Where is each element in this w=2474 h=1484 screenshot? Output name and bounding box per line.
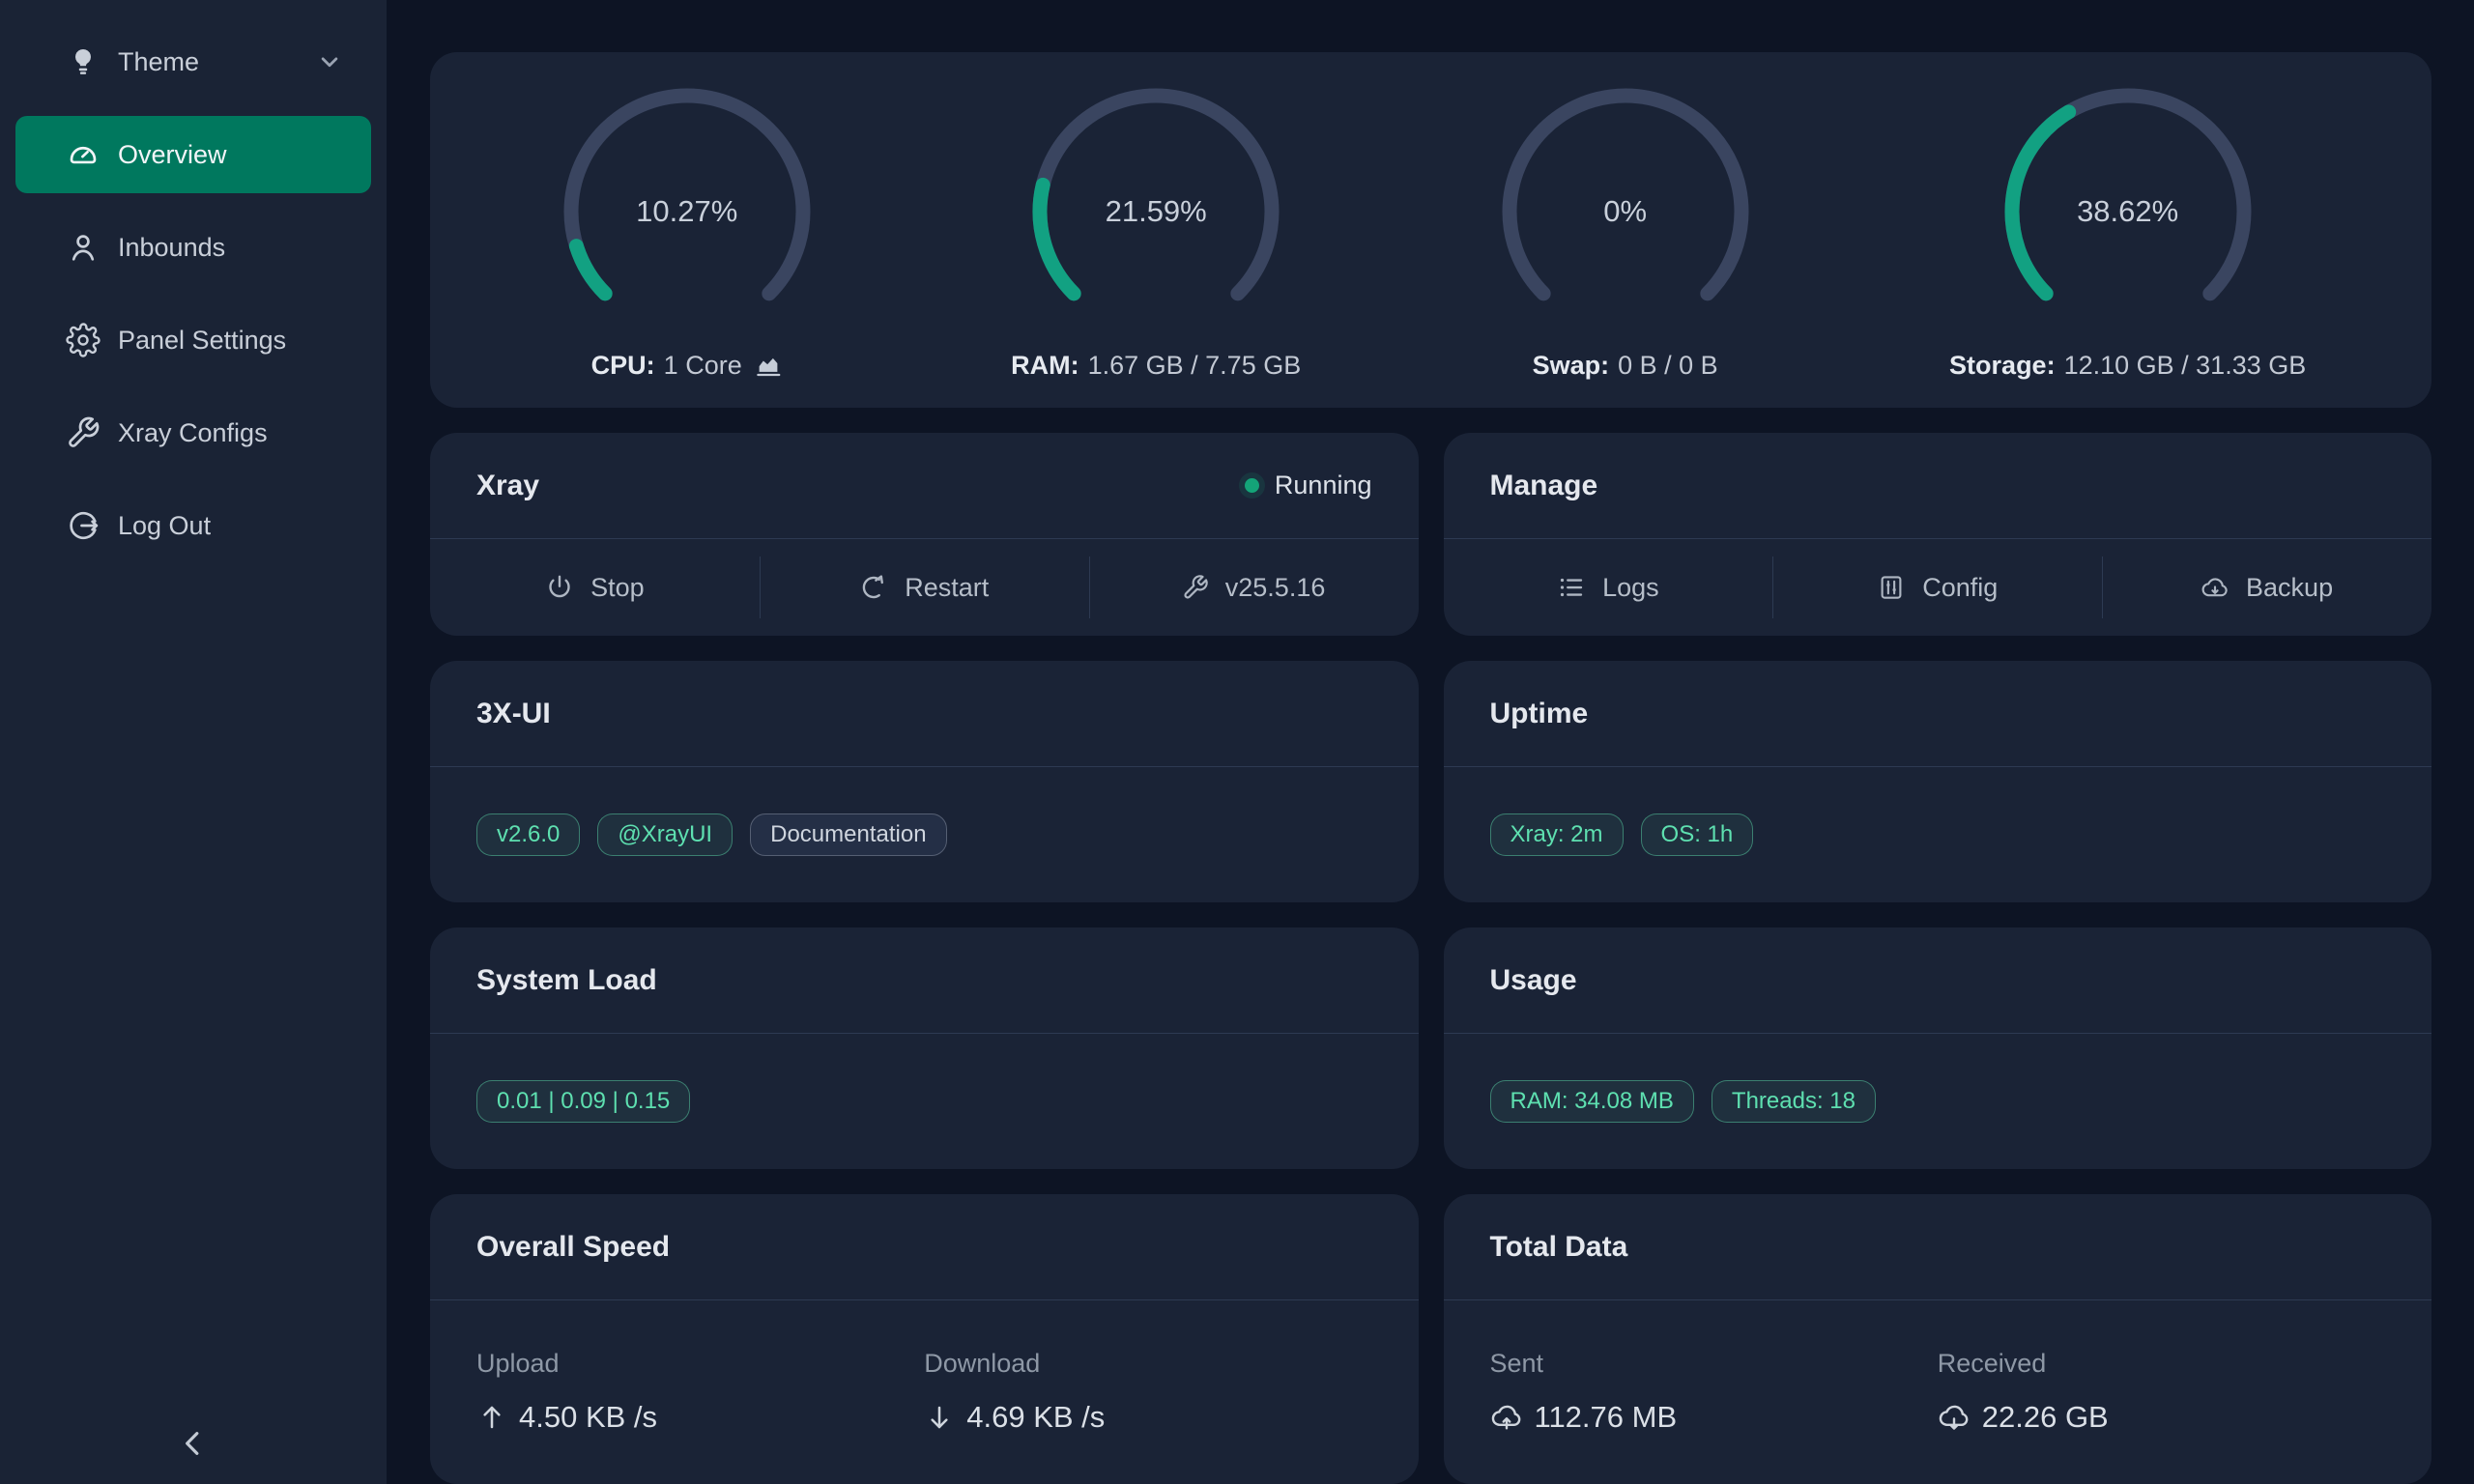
- os-uptime-tag: OS: 1h: [1641, 813, 1754, 856]
- chevron-left-icon: [174, 1424, 213, 1463]
- list-icon: [1557, 573, 1586, 602]
- ram-gauge: 21.59% RAM:1.67 GB / 7.75 GB: [1011, 80, 1301, 381]
- swap-gauge: 0% Swap:0 B / 0 B: [1494, 80, 1757, 381]
- theme-menu[interactable]: Theme: [15, 23, 371, 100]
- arrow-down-icon: [924, 1402, 955, 1433]
- system-load-card-title: System Load: [476, 964, 657, 997]
- manage-card: Manage Logs: [1444, 433, 2432, 636]
- version-tag[interactable]: v2.6.0: [476, 813, 580, 856]
- sidebar-item-log-out[interactable]: Log Out: [15, 487, 371, 564]
- threexui-card: 3X-UI v2.6.0 @XrayUI Documentation: [430, 661, 1419, 902]
- arrow-up-icon: [476, 1402, 507, 1433]
- cloud-download-icon: [1938, 1401, 1971, 1434]
- sent-stat: Sent 112.76 MB: [1490, 1349, 1938, 1484]
- cpu-gauge: 10.27% CPU:1 Core: [556, 80, 819, 381]
- restart-icon: [859, 573, 888, 602]
- sliders-icon: [1877, 573, 1906, 602]
- usage-card: Usage RAM: 34.08 MB Threads: 18: [1444, 928, 2432, 1169]
- cpu-percent: 10.27%: [556, 80, 819, 343]
- system-gauges-card: 10.27% CPU:1 Core: [430, 52, 2431, 408]
- sidebar-item-label: Overview: [118, 140, 227, 170]
- ram-label: RAM:1.67 GB / 7.75 GB: [1011, 351, 1301, 381]
- sidebar-item-xray-configs[interactable]: Xray Configs: [15, 394, 371, 471]
- gauge-icon: [66, 137, 101, 172]
- total-data-card: Total Data Sent 112.76 MB: [1444, 1194, 2432, 1484]
- cloud-upload-icon: [1490, 1401, 1523, 1434]
- manage-logs-button[interactable]: Logs: [1444, 539, 1773, 636]
- wrench-icon: [66, 415, 101, 450]
- sent-label: Sent: [1490, 1349, 1938, 1379]
- manage-config-button[interactable]: Config: [1772, 539, 2102, 636]
- chevron-down-icon: [315, 47, 344, 76]
- storage-percent: 38.62%: [1997, 80, 2259, 343]
- received-value: 22.26 GB: [1982, 1400, 2109, 1435]
- upload-label: Upload: [476, 1349, 924, 1379]
- uptime-card: Uptime Xray: 2m OS: 1h: [1444, 661, 2432, 902]
- received-label: Received: [1938, 1349, 2385, 1379]
- gear-icon: [66, 323, 101, 357]
- usage-card-title: Usage: [1490, 964, 1577, 997]
- lightbulb-icon: [66, 44, 101, 79]
- upload-stat: Upload 4.50 KB /s: [476, 1349, 924, 1484]
- ram-usage-tag: RAM: 34.08 MB: [1490, 1080, 1694, 1123]
- upload-value: 4.50 KB /s: [519, 1400, 657, 1435]
- main-content: 10.27% CPU:1 Core: [387, 0, 2474, 1484]
- app-root: Theme Overview: [0, 0, 2474, 1484]
- threads-tag: Threads: 18: [1712, 1080, 1876, 1123]
- wrench-small-icon: [1182, 574, 1209, 601]
- download-stat: Download 4.69 KB /s: [924, 1349, 1371, 1484]
- storage-label: Storage:12.10 GB / 31.33 GB: [1949, 351, 2306, 381]
- power-icon: [545, 573, 574, 602]
- received-stat: Received 22.26 GB: [1938, 1349, 2385, 1484]
- uptime-card-title: Uptime: [1490, 698, 1589, 730]
- xray-version-button[interactable]: v25.5.16: [1089, 539, 1419, 636]
- sent-value: 112.76 MB: [1535, 1400, 1678, 1435]
- cards-grid: Xray Running Stop: [430, 433, 2431, 1484]
- total-data-card-title: Total Data: [1490, 1231, 1628, 1264]
- manage-backup-button[interactable]: Backup: [2102, 539, 2431, 636]
- download-value: 4.69 KB /s: [966, 1400, 1105, 1435]
- download-label: Download: [924, 1349, 1371, 1379]
- ram-percent: 21.59%: [1024, 80, 1287, 343]
- overall-speed-card-title: Overall Speed: [476, 1231, 670, 1264]
- sidebar-item-label: Inbounds: [118, 233, 225, 263]
- logout-icon: [66, 508, 101, 543]
- cpu-area-chart-icon[interactable]: [754, 351, 783, 380]
- theme-label: Theme: [118, 47, 199, 77]
- sidebar: Theme Overview: [0, 0, 387, 1484]
- threexui-card-title: 3X-UI: [476, 698, 551, 730]
- manage-card-title: Manage: [1490, 470, 1598, 502]
- sidebar-item-inbounds[interactable]: Inbounds: [15, 209, 371, 286]
- xray-status-badge: Running: [1245, 471, 1372, 500]
- sidebar-item-panel-settings[interactable]: Panel Settings: [15, 301, 371, 379]
- documentation-tag[interactable]: Documentation: [750, 813, 946, 856]
- xray-status-text: Running: [1275, 471, 1372, 500]
- sidebar-item-overview[interactable]: Overview: [15, 116, 371, 193]
- xrayui-tag[interactable]: @XrayUI: [597, 813, 733, 856]
- cpu-label: CPU:1 Core: [591, 351, 783, 381]
- sidebar-collapse-button[interactable]: [0, 1424, 387, 1463]
- xray-card-title: Xray: [476, 470, 539, 502]
- xray-uptime-tag: Xray: 2m: [1490, 813, 1624, 856]
- sidebar-item-label: Panel Settings: [118, 326, 286, 356]
- sidebar-item-label: Log Out: [118, 511, 211, 541]
- swap-percent: 0%: [1494, 80, 1757, 343]
- running-status-dot: [1245, 478, 1259, 493]
- xray-restart-button[interactable]: Restart: [760, 539, 1089, 636]
- sidebar-item-label: Xray Configs: [118, 418, 268, 448]
- xray-stop-button[interactable]: Stop: [430, 539, 760, 636]
- user-icon: [66, 230, 101, 265]
- system-load-card: System Load 0.01 | 0.09 | 0.15: [430, 928, 1419, 1169]
- load-average-tag: 0.01 | 0.09 | 0.15: [476, 1080, 690, 1123]
- swap-label: Swap:0 B / 0 B: [1533, 351, 1718, 381]
- xray-card: Xray Running Stop: [430, 433, 1419, 636]
- overall-speed-card: Overall Speed Upload 4.50 KB /s: [430, 1194, 1419, 1484]
- cloud-backup-icon: [2201, 573, 2229, 602]
- storage-gauge: 38.62% Storage:12.10 GB / 31.33 GB: [1949, 80, 2306, 381]
